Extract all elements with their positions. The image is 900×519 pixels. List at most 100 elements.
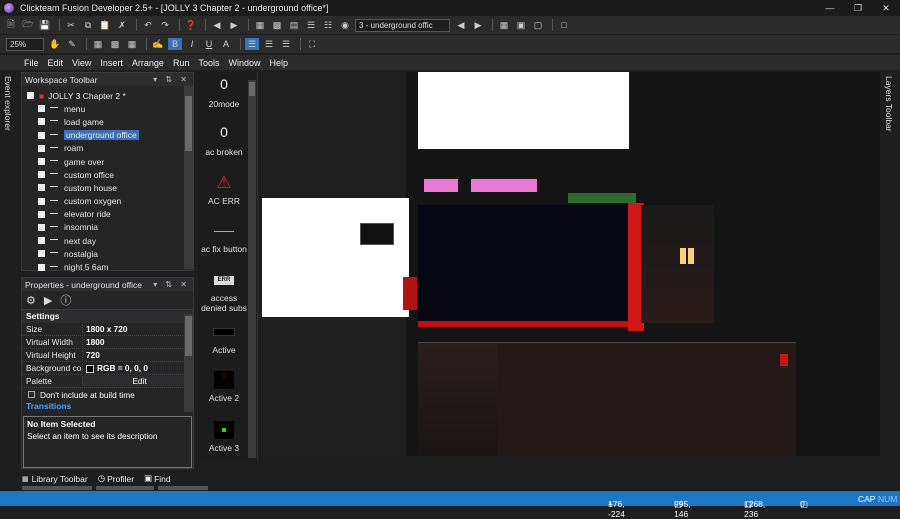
- storyboard-icon[interactable]: ▦: [253, 19, 267, 31]
- scroll-thumb[interactable]: [185, 316, 192, 356]
- white-panel-object[interactable]: [418, 72, 629, 149]
- menu-insert[interactable]: Insert: [100, 58, 123, 68]
- panel-controls[interactable]: ▾ ⇅ ✕: [153, 280, 193, 289]
- object-item[interactable]: ⚠ AC ERR: [199, 173, 249, 206]
- small-screen-object[interactable]: [360, 223, 394, 245]
- object-item[interactable]: ERR access denied subs: [199, 270, 249, 313]
- text-color-icon[interactable]: A: [219, 38, 233, 50]
- grid-setup-icon[interactable]: ▦: [497, 19, 511, 31]
- monitor-screen-object[interactable]: [418, 205, 628, 327]
- object-item[interactable]: 0 ac broken: [199, 124, 249, 157]
- expand-icon[interactable]: [38, 223, 45, 231]
- prev-frame-icon[interactable]: ◀: [454, 19, 468, 31]
- tab-event-explorer[interactable]: Event explorer: [3, 76, 13, 131]
- next-frame-icon[interactable]: ▶: [471, 19, 485, 31]
- color-swatch[interactable]: [86, 364, 94, 373]
- save-icon[interactable]: 💾: [38, 19, 52, 31]
- settings-gear-icon[interactable]: ⚙: [26, 294, 36, 307]
- back-icon[interactable]: ◀: [210, 19, 224, 31]
- event-list-icon[interactable]: ☰: [304, 19, 318, 31]
- grid-snap-icon[interactable]: ▦: [125, 38, 139, 50]
- maximize-button[interactable]: ❐: [844, 3, 872, 14]
- expand-icon[interactable]: [38, 250, 45, 258]
- expand-icon[interactable]: [38, 131, 45, 139]
- tab-profiler[interactable]: ◷ Profiler: [98, 472, 134, 485]
- align-center-icon[interactable]: ☰: [262, 38, 276, 50]
- align-right-icon[interactable]: ☰: [279, 38, 293, 50]
- property-value[interactable]: RGB = 0, 0, 0: [82, 363, 193, 373]
- hand-icon[interactable]: ✋: [48, 38, 62, 50]
- frame-item[interactable]: insomnia: [22, 221, 193, 234]
- frame-item[interactable]: custom oxygen: [22, 195, 193, 208]
- menu-run[interactable]: Run: [173, 58, 190, 68]
- menu-window[interactable]: Window: [228, 58, 260, 68]
- hallway-image-object[interactable]: [641, 205, 714, 323]
- tab-find[interactable]: ▣ Find: [144, 472, 171, 485]
- build-checkbox-row[interactable]: Don't include at build time: [22, 388, 193, 401]
- window-icon[interactable]: □: [557, 19, 571, 31]
- cut-icon[interactable]: ✂: [64, 19, 78, 31]
- frame-item[interactable]: nostalgia: [22, 247, 193, 260]
- align-left-icon[interactable]: ☰: [245, 38, 259, 50]
- object-item[interactable]: ⋮ Active 2: [199, 370, 249, 403]
- forward-icon[interactable]: ▶: [227, 19, 241, 31]
- frame-item[interactable]: roam: [22, 142, 193, 155]
- frame-item[interactable]: menu: [22, 102, 193, 115]
- data-elements-icon[interactable]: ☷: [321, 19, 335, 31]
- align-icon[interactable]: ▣: [514, 19, 528, 31]
- property-value[interactable]: 1800 x 720: [82, 324, 193, 334]
- red-block-object[interactable]: [403, 277, 417, 310]
- zoom-select[interactable]: 25%: [6, 37, 44, 51]
- frame-item[interactable]: custom house: [22, 181, 193, 194]
- about-icon[interactable]: ⓘ: [60, 292, 71, 308]
- section-transitions[interactable]: Transitions: [22, 401, 193, 413]
- pink-label-object-2[interactable]: [471, 179, 537, 192]
- objects-scrollbar[interactable]: [248, 80, 256, 458]
- menu-help[interactable]: Help: [269, 58, 288, 68]
- expand-icon[interactable]: [38, 158, 45, 166]
- menu-tools[interactable]: Tools: [198, 58, 219, 68]
- italic-icon[interactable]: I: [185, 38, 199, 50]
- expand-icon[interactable]: [38, 144, 45, 152]
- property-value[interactable]: 720: [82, 350, 193, 360]
- property-value[interactable]: Edit: [82, 376, 193, 386]
- event-editor-icon[interactable]: ▤: [287, 19, 301, 31]
- redo-icon[interactable]: ↷: [158, 19, 172, 31]
- font-icon[interactable]: ✍: [151, 38, 165, 50]
- frame-item[interactable]: elevator ride: [22, 208, 193, 221]
- object-item[interactable]: 0 20mode: [199, 76, 249, 109]
- help-icon[interactable]: ❓: [184, 19, 198, 31]
- minimize-button[interactable]: —: [816, 3, 844, 13]
- frame-item[interactable]: load game: [22, 115, 193, 128]
- properties-scrollbar[interactable]: [184, 314, 193, 412]
- property-row[interactable]: Size 1800 x 720: [22, 323, 193, 336]
- panel-controls[interactable]: ▾ ⇅ ✕: [153, 75, 193, 84]
- frame-item[interactable]: game over: [22, 155, 193, 168]
- object-item[interactable]: ac fix button: [199, 221, 249, 254]
- close-button[interactable]: ✕: [872, 3, 900, 14]
- frame-select[interactable]: 3 - underground offic: [355, 18, 450, 32]
- paste-icon[interactable]: 📋: [98, 19, 112, 31]
- collapse-icon[interactable]: [27, 92, 34, 100]
- new-icon[interactable]: 🗎: [4, 19, 18, 31]
- open-icon[interactable]: 🗁: [21, 19, 35, 31]
- green-bar-object[interactable]: [568, 193, 636, 203]
- expand-icon[interactable]: [38, 210, 45, 218]
- delete-icon[interactable]: ✗: [115, 19, 129, 31]
- menu-edit[interactable]: Edit: [48, 58, 64, 68]
- frame-editor-canvas[interactable]: [262, 72, 880, 456]
- fit-icon[interactable]: ⛶: [305, 38, 319, 50]
- tab-layers-toolbar[interactable]: Layers Toolbar: [884, 76, 894, 132]
- scroll-thumb[interactable]: [249, 82, 255, 96]
- menu-file[interactable]: File: [24, 58, 39, 68]
- underline-icon[interactable]: U: [202, 38, 216, 50]
- bold-icon[interactable]: B: [168, 38, 182, 50]
- workspace-scrollbar[interactable]: [184, 86, 193, 269]
- property-row[interactable]: Palette Edit: [22, 375, 193, 388]
- object-item[interactable]: Active 3: [199, 420, 249, 453]
- scroll-thumb[interactable]: [185, 96, 192, 151]
- frame-item[interactable]: underground office: [22, 129, 193, 142]
- property-row[interactable]: Virtual Width 1800: [22, 336, 193, 349]
- frame-item[interactable]: custom office: [22, 168, 193, 181]
- runtime-icon[interactable]: ▶: [44, 294, 52, 307]
